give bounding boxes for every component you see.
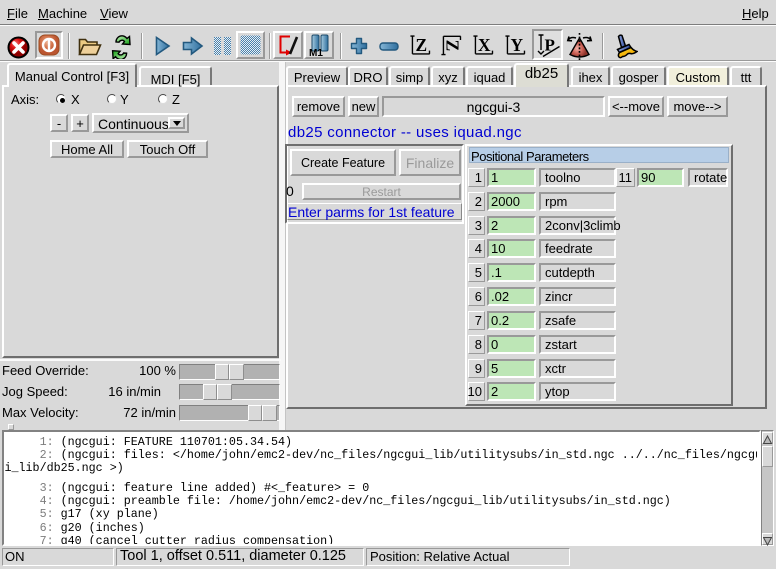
svg-text:M1: M1 <box>309 48 323 57</box>
svg-text:Z: Z <box>442 40 462 52</box>
svg-text:Y: Y <box>510 35 523 55</box>
svg-text:Z: Z <box>415 35 427 55</box>
svg-text:X: X <box>478 35 491 55</box>
svg-text:P: P <box>545 36 555 55</box>
